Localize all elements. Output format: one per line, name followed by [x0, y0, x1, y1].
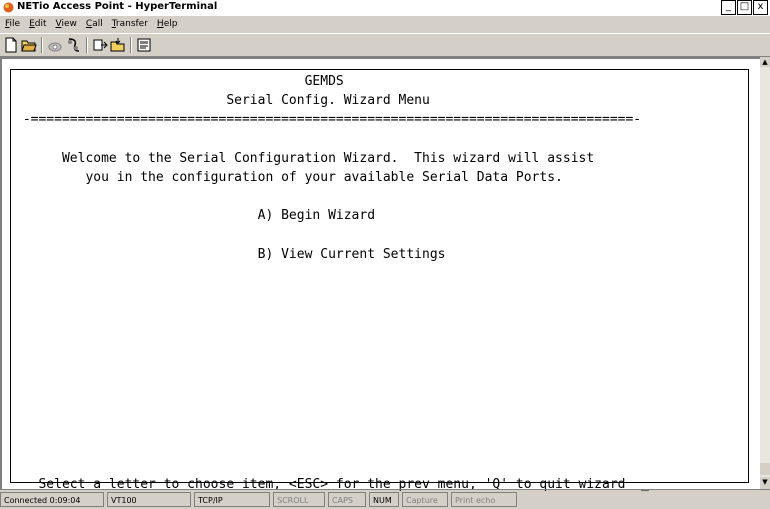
- window-controls: _ □ x: [720, 0, 768, 15]
- terminal-line: B) View Current Settings: [15, 246, 446, 262]
- menu-view[interactable]: View: [56, 19, 77, 29]
- window-title: NETio Access Point - HyperTerminal: [17, 1, 218, 12]
- properties-icon[interactable]: [136, 37, 152, 53]
- close-button[interactable]: x: [753, 0, 768, 15]
- status-protocol: TCP/IP: [194, 492, 270, 507]
- status-capture: Capture: [402, 492, 448, 507]
- terminal-line: you in the configuration of your availab…: [15, 169, 563, 185]
- terminal-line: A) Begin Wizard: [15, 208, 376, 224]
- scroll-up-arrow-icon[interactable]: ▲: [760, 57, 770, 67]
- menu-edit[interactable]: Edit: [29, 19, 46, 29]
- terminal-line: Serial Config. Wizard Menu: [15, 93, 430, 109]
- status-caps: CAPS: [328, 492, 366, 507]
- menu-view-label: iew: [61, 19, 77, 29]
- open-folder-icon[interactable]: [21, 37, 37, 53]
- toolbar-separator: [41, 37, 43, 53]
- disconnect-icon[interactable]: [65, 37, 81, 53]
- vertical-scrollbar[interactable]: ▲ ▼: [760, 57, 770, 487]
- hyperterminal-app-icon: [3, 2, 14, 13]
- toolbar-separator: [86, 37, 88, 53]
- terminal-line: Welcome to the Serial Configuration Wiza…: [15, 150, 595, 166]
- status-print-echo: Print echo: [451, 492, 517, 507]
- status-connected: Connected 0:09:04: [0, 492, 104, 507]
- toolbar-separator: [130, 37, 132, 53]
- status-bar: Connected 0:09:04 VT100 TCP/IP SCROLL CA…: [0, 489, 770, 509]
- menu-bar: File Edit View Call Transfer Help: [0, 17, 770, 31]
- menu-transfer[interactable]: Transfer: [112, 19, 148, 29]
- menu-call-label: all: [92, 19, 103, 29]
- menu-transfer-label: ransfer: [115, 19, 148, 29]
- phone-icon[interactable]: [47, 37, 63, 53]
- title-bar: NETio Access Point - HyperTerminal _ □ x: [0, 0, 770, 16]
- status-emulation: VT100: [107, 492, 191, 507]
- menu-file[interactable]: File: [5, 19, 20, 29]
- menu-help-label: elp: [163, 19, 178, 29]
- menu-edit-label: dit: [34, 19, 47, 29]
- new-file-icon[interactable]: [3, 37, 19, 53]
- maximize-button[interactable]: □: [737, 0, 752, 15]
- scroll-thumb[interactable]: [760, 463, 770, 475]
- receive-file-icon[interactable]: [110, 37, 126, 53]
- menu-file-label: ile: [9, 19, 21, 29]
- scroll-down-arrow-icon[interactable]: ▼: [760, 477, 770, 487]
- menu-help-accel: H: [156, 19, 164, 29]
- terminal-line: GEMDS: [15, 74, 344, 89]
- terminal-client-area[interactable]: GEMDS Serial Config. Wizard Menu -======…: [0, 57, 760, 492]
- status-scroll: SCROLL: [273, 492, 325, 507]
- terminal-screen[interactable]: GEMDS Serial Config. Wizard Menu -======…: [15, 72, 649, 494]
- terminal-line: -=======================================…: [15, 112, 642, 128]
- toolbar: [0, 33, 770, 57]
- terminal-frame: GEMDS Serial Config. Wizard Menu -======…: [10, 69, 749, 492]
- menu-help[interactable]: Help: [157, 19, 178, 29]
- menu-call[interactable]: Call: [86, 19, 103, 29]
- send-file-icon[interactable]: [92, 37, 108, 53]
- minimize-button[interactable]: _: [721, 0, 736, 15]
- status-num: NUM: [369, 492, 399, 507]
